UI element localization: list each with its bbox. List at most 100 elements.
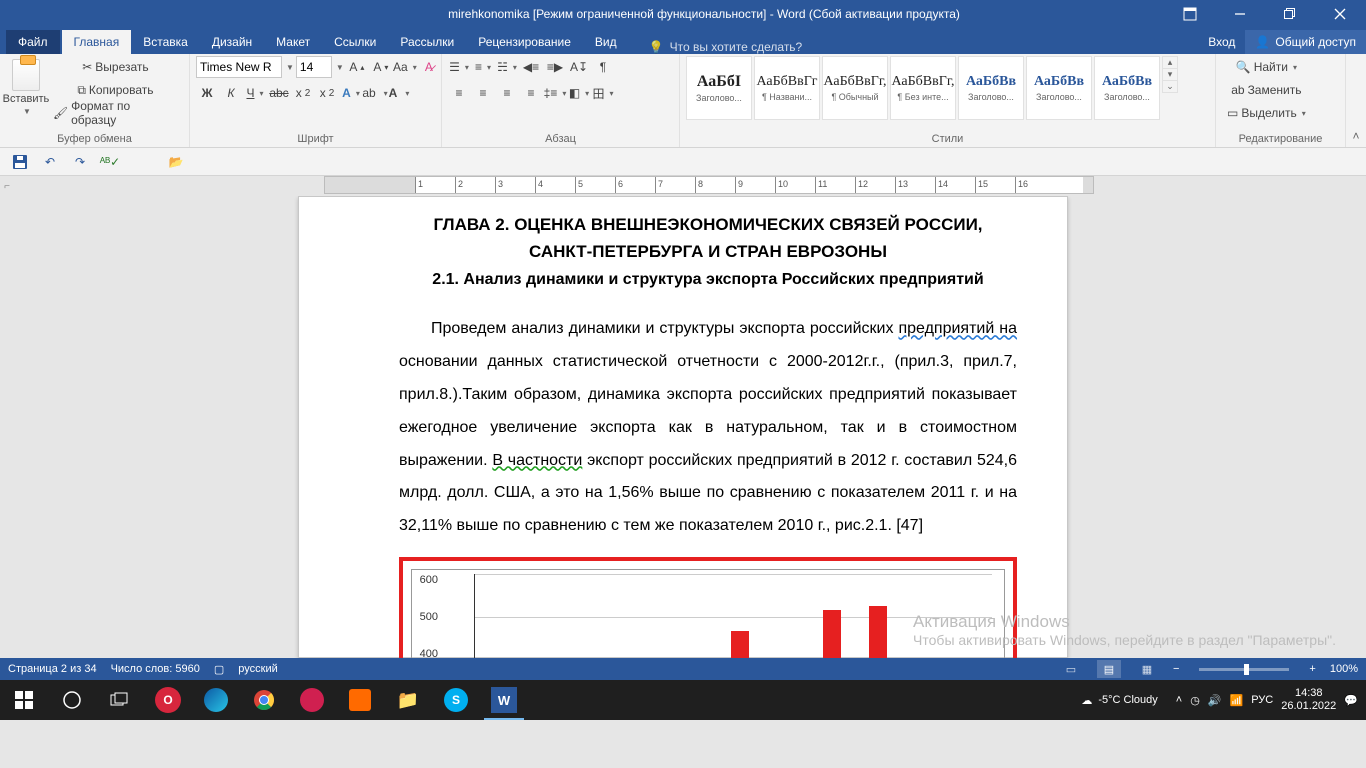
- numbering-button[interactable]: ≡▾: [472, 56, 494, 78]
- subscript-button[interactable]: x2: [292, 82, 314, 104]
- restore-button[interactable]: [1268, 0, 1312, 28]
- taskbar-app-generic1[interactable]: [288, 680, 336, 720]
- status-proofing-icon[interactable]: ▢: [214, 663, 224, 676]
- open-button[interactable]: 📂: [164, 151, 188, 173]
- signin-link[interactable]: Вход: [1198, 30, 1245, 54]
- paste-button[interactable]: Вставить ▼: [6, 56, 46, 120]
- zoom-in-button[interactable]: +: [1309, 663, 1315, 675]
- font-color-button[interactable]: A▾: [388, 82, 410, 104]
- taskbar-app-generic2[interactable]: [336, 680, 384, 720]
- tab-view[interactable]: Вид: [583, 30, 629, 54]
- tab-references[interactable]: Ссылки: [322, 30, 388, 54]
- find-button[interactable]: 🔍Найти▾: [1222, 56, 1311, 78]
- save-button[interactable]: [8, 151, 32, 173]
- change-case-button[interactable]: Aa▾: [394, 56, 416, 78]
- share-button[interactable]: 👤 Общий доступ: [1245, 30, 1366, 54]
- decrease-indent-button[interactable]: ◀≡: [520, 56, 542, 78]
- taskbar-app-chrome[interactable]: [240, 680, 288, 720]
- underline-button[interactable]: Ч▾: [244, 82, 266, 104]
- style-gallery-arrows[interactable]: ▴▾⌄: [1162, 56, 1178, 93]
- start-button[interactable]: [0, 680, 48, 720]
- status-language[interactable]: русский: [238, 663, 277, 675]
- taskbar-clock[interactable]: 14:38 26.01.2022: [1281, 687, 1336, 713]
- cortana-button[interactable]: [48, 680, 96, 720]
- align-right-button[interactable]: ≡: [496, 82, 518, 104]
- line-spacing-button[interactable]: ‡≡▾: [544, 82, 566, 104]
- text-effects-button[interactable]: A▾: [340, 82, 362, 104]
- tab-file[interactable]: Файл: [6, 30, 60, 54]
- task-view-button[interactable]: [96, 680, 144, 720]
- view-web-layout[interactable]: ▦: [1135, 660, 1159, 678]
- shading-button[interactable]: ◧▾: [568, 82, 590, 104]
- borders-button[interactable]: 田▾: [592, 82, 614, 104]
- increase-indent-button[interactable]: ≡▶: [544, 56, 566, 78]
- close-button[interactable]: [1318, 0, 1362, 28]
- style-item[interactable]: АаБбІЗаголово...: [686, 56, 752, 120]
- zoom-slider[interactable]: [1199, 668, 1289, 671]
- align-center-button[interactable]: ≡: [472, 82, 494, 104]
- taskbar-app-opera[interactable]: O: [144, 680, 192, 720]
- tray-volume-icon[interactable]: 🔊: [1208, 694, 1222, 707]
- taskbar-app-explorer[interactable]: 📁: [384, 680, 432, 720]
- zoom-out-button[interactable]: −: [1173, 663, 1179, 675]
- undo-button[interactable]: ↶: [38, 151, 62, 173]
- tray-language[interactable]: РУС: [1251, 694, 1273, 706]
- minimize-button[interactable]: [1218, 0, 1262, 28]
- taskbar-weather[interactable]: ☁ -5°C Cloudy: [1081, 694, 1167, 707]
- format-painter-button[interactable]: 🖌Формат по образцу: [48, 102, 183, 124]
- strikethrough-button[interactable]: abc: [268, 82, 290, 104]
- shrink-font-button[interactable]: A▾: [370, 56, 392, 78]
- tab-layout[interactable]: Макет: [264, 30, 322, 54]
- tray-wifi-icon[interactable]: 📶: [1230, 694, 1244, 707]
- taskbar-app-edge[interactable]: [192, 680, 240, 720]
- grow-font-button[interactable]: A▴: [346, 56, 368, 78]
- replace-button[interactable]: abЗаменить: [1222, 79, 1311, 101]
- tab-design[interactable]: Дизайн: [200, 30, 264, 54]
- align-left-button[interactable]: ≡: [448, 82, 470, 104]
- spelling-button[interactable]: ᴬᴮ✓: [98, 151, 122, 173]
- style-item[interactable]: АаБбВвГг¶ Названи...: [754, 56, 820, 120]
- ribbon-display-options[interactable]: [1168, 0, 1212, 28]
- tab-review[interactable]: Рецензирование: [466, 30, 583, 54]
- action-center-icon[interactable]: 💬: [1344, 694, 1358, 707]
- taskbar-app-skype[interactable]: S: [432, 680, 480, 720]
- select-button[interactable]: ▭Выделить▾: [1222, 102, 1311, 124]
- copy-button[interactable]: ⧉Копировать: [48, 79, 183, 101]
- highlight-button[interactable]: ab▾: [364, 82, 386, 104]
- tray-chevron-icon[interactable]: ˄: [1176, 694, 1182, 706]
- page[interactable]: ГЛАВА 2. ОЦЕНКА ВНЕШНЕЭКОНОМИЧЕСКИХ СВЯЗ…: [298, 196, 1068, 658]
- style-gallery[interactable]: АаБбІЗаголово...АаБбВвГг¶ Названи...АаБб…: [686, 56, 1160, 120]
- bold-button[interactable]: Ж: [196, 82, 218, 104]
- redo-button[interactable]: ↷: [68, 151, 92, 173]
- view-read-mode[interactable]: ▭: [1059, 660, 1083, 678]
- horizontal-ruler[interactable]: 12345678910111213141516: [324, 176, 1094, 194]
- italic-button[interactable]: К: [220, 82, 242, 104]
- style-item[interactable]: АаБбВвГг,¶ Обычный: [822, 56, 888, 120]
- style-item[interactable]: АаБбВвЗаголово...: [1026, 56, 1092, 120]
- multilevel-button[interactable]: ☵▾: [496, 56, 518, 78]
- tab-mailings[interactable]: Рассылки: [388, 30, 466, 54]
- bullets-button[interactable]: ☰▾: [448, 56, 470, 78]
- style-item[interactable]: АаБбВвЗаголово...: [1094, 56, 1160, 120]
- style-item[interactable]: АаБбВвГг,¶ Без инте...: [890, 56, 956, 120]
- style-item[interactable]: АаБбВвЗаголово...: [958, 56, 1024, 120]
- tab-insert[interactable]: Вставка: [131, 30, 200, 54]
- document-area[interactable]: ГЛАВА 2. ОЦЕНКА ВНЕШНЕЭКОНОМИЧЕСКИХ СВЯЗ…: [0, 196, 1366, 658]
- zoom-level[interactable]: 100%: [1330, 663, 1358, 675]
- tell-me[interactable]: 💡 Что вы хотите сделать?: [629, 40, 803, 54]
- justify-button[interactable]: ≡: [520, 82, 542, 104]
- view-print-layout[interactable]: ▤: [1097, 660, 1121, 678]
- clear-formatting-button[interactable]: A̷: [418, 56, 440, 78]
- superscript-button[interactable]: x2: [316, 82, 338, 104]
- taskbar-app-word[interactable]: W: [480, 680, 528, 720]
- font-size-combo[interactable]: [296, 56, 332, 78]
- cut-button[interactable]: ✂Вырезать: [48, 56, 183, 78]
- show-marks-button[interactable]: ¶: [592, 56, 614, 78]
- status-words[interactable]: Число слов: 5960: [111, 663, 200, 675]
- status-page[interactable]: Страница 2 из 34: [8, 663, 97, 675]
- font-family-combo[interactable]: [196, 56, 282, 78]
- sort-button[interactable]: A↧: [568, 56, 590, 78]
- collapse-ribbon-button[interactable]: ˄: [1346, 54, 1366, 147]
- tab-home[interactable]: Главная: [62, 30, 132, 54]
- tray-network-icon[interactable]: ◷: [1190, 694, 1200, 707]
